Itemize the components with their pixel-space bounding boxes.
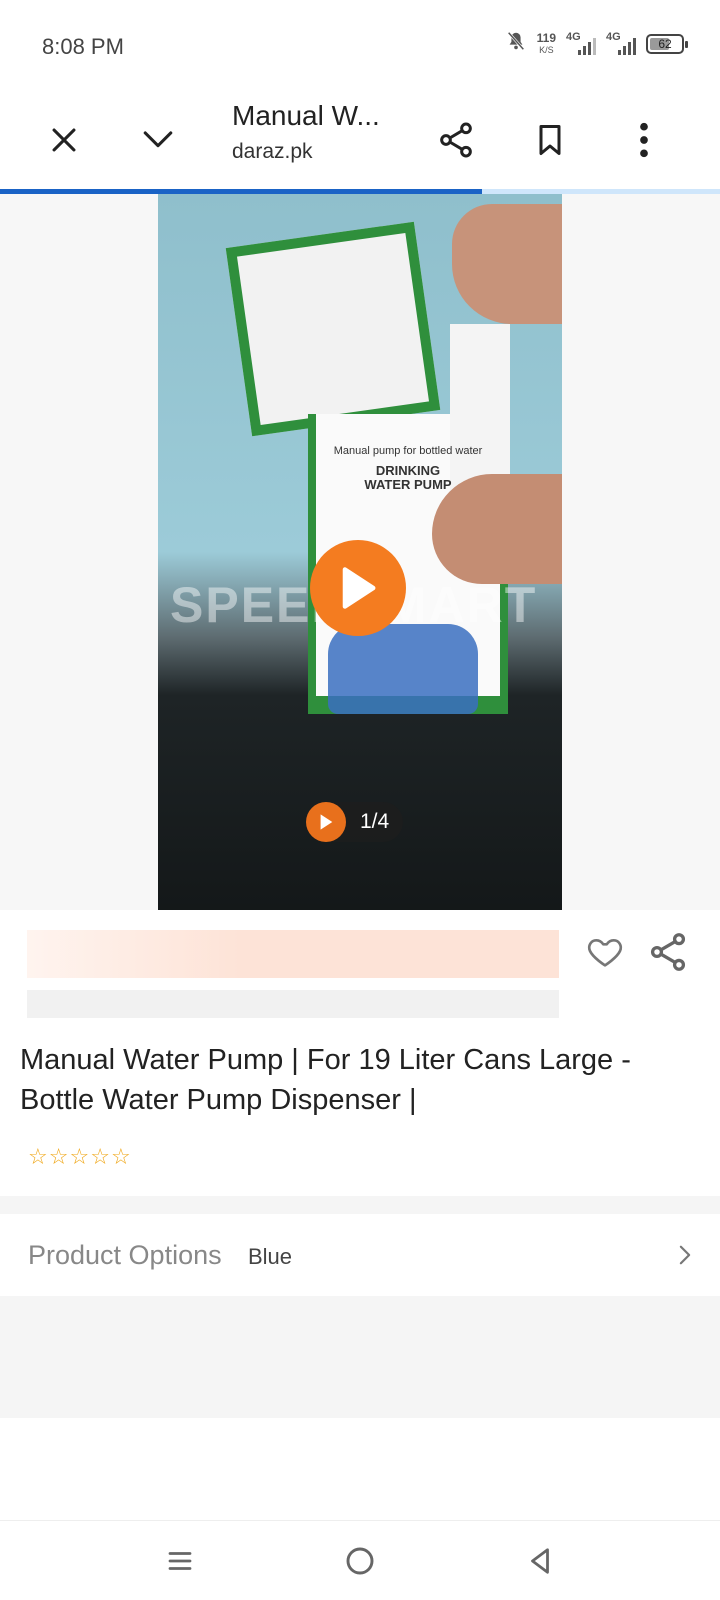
page-domain: daraz.pk — [232, 140, 313, 163]
product-title: Manual Water Pump | For 19 Liter Cans La… — [20, 1044, 631, 1116]
product-video-thumbnail[interactable]: Manual pump for bottled water DRINKING W… — [158, 194, 562, 910]
star-icon: ☆ — [90, 1144, 110, 1169]
battery-level: 62 — [658, 36, 672, 51]
system-nav-bar — [0, 1520, 720, 1600]
signal-icon: 4G — [606, 30, 636, 55]
play-icon — [306, 802, 346, 842]
price-placeholder — [27, 930, 559, 978]
mute-bell-icon — [505, 30, 527, 57]
product-info: Manual Water Pump | For 19 Liter Cans La… — [0, 910, 720, 1196]
speed-unit: K/S — [539, 44, 554, 55]
media-counter-text: 1/4 — [360, 810, 390, 833]
network-type-label: 4G — [566, 30, 581, 43]
more-options-button[interactable] — [616, 112, 672, 168]
bottle-shape — [328, 624, 478, 714]
recents-button[interactable] — [152, 1533, 208, 1589]
chevron-down-icon — [143, 131, 173, 148]
hand-shape — [452, 204, 562, 324]
product-options-label: Product Options — [28, 1240, 222, 1270]
heart-icon — [587, 939, 623, 967]
star-icon: ☆ — [28, 1144, 48, 1169]
section-divider — [0, 1196, 720, 1214]
box-lid-shape — [225, 221, 441, 437]
rating-stars[interactable]: ☆ ☆ ☆ ☆ ☆ — [28, 1146, 131, 1168]
media-gallery[interactable]: Manual pump for bottled water DRINKING W… — [0, 194, 720, 910]
speed-value: 119 — [536, 30, 556, 45]
star-icon: ☆ — [48, 1144, 69, 1169]
status-icons: 119 K/S 4G 4G 62 — [505, 30, 688, 57]
more-vert-icon — [640, 122, 648, 158]
subtitle-placeholder — [27, 990, 559, 1018]
wishlist-button[interactable] — [585, 932, 625, 972]
close-icon — [52, 128, 76, 152]
media-counter[interactable]: 1/4 — [306, 802, 404, 842]
loading-section-placeholder — [0, 1296, 720, 1418]
minimize-button[interactable] — [130, 112, 186, 168]
share-icon — [650, 933, 686, 971]
browser-toolbar: Manual W... daraz.pk — [0, 92, 720, 188]
share-product-button[interactable] — [646, 930, 690, 974]
network-speed: 119 K/S — [537, 32, 556, 56]
page-title-block[interactable]: Manual W... daraz.pk — [232, 100, 412, 164]
play-icon — [342, 567, 376, 609]
page-title: Manual W... — [232, 100, 380, 131]
back-triangle-icon — [531, 1548, 549, 1574]
product-options-row[interactable]: Product Options Blue — [0, 1214, 720, 1296]
battery-icon: 62 — [646, 33, 688, 54]
box-label-line: DRINKING — [375, 463, 441, 478]
network-type-label: 4G — [606, 30, 621, 43]
bookmark-icon — [539, 125, 561, 155]
product-options-value: Blue — [248, 1244, 293, 1269]
share-button[interactable] — [428, 112, 484, 168]
status-bar: 8:08 PM 119 K/S 4G 4G 62 — [0, 0, 720, 92]
chevron-right-icon — [678, 1244, 692, 1271]
menu-icon — [168, 1552, 192, 1570]
status-time: 8:08 PM — [42, 34, 124, 59]
star-icon: ☆ — [110, 1144, 131, 1169]
star-icon: ☆ — [69, 1144, 90, 1169]
box-label-line: Manual pump for bottled water — [333, 445, 483, 457]
home-circle-icon — [346, 1547, 374, 1575]
signal-icon: 4G — [566, 30, 596, 55]
back-button[interactable] — [512, 1533, 568, 1589]
close-button[interactable] — [36, 112, 92, 168]
share-icon — [440, 122, 472, 158]
play-video-button[interactable] — [310, 540, 406, 636]
home-button[interactable] — [332, 1533, 388, 1589]
bookmark-button[interactable] — [522, 112, 578, 168]
hand-shape — [432, 474, 562, 584]
